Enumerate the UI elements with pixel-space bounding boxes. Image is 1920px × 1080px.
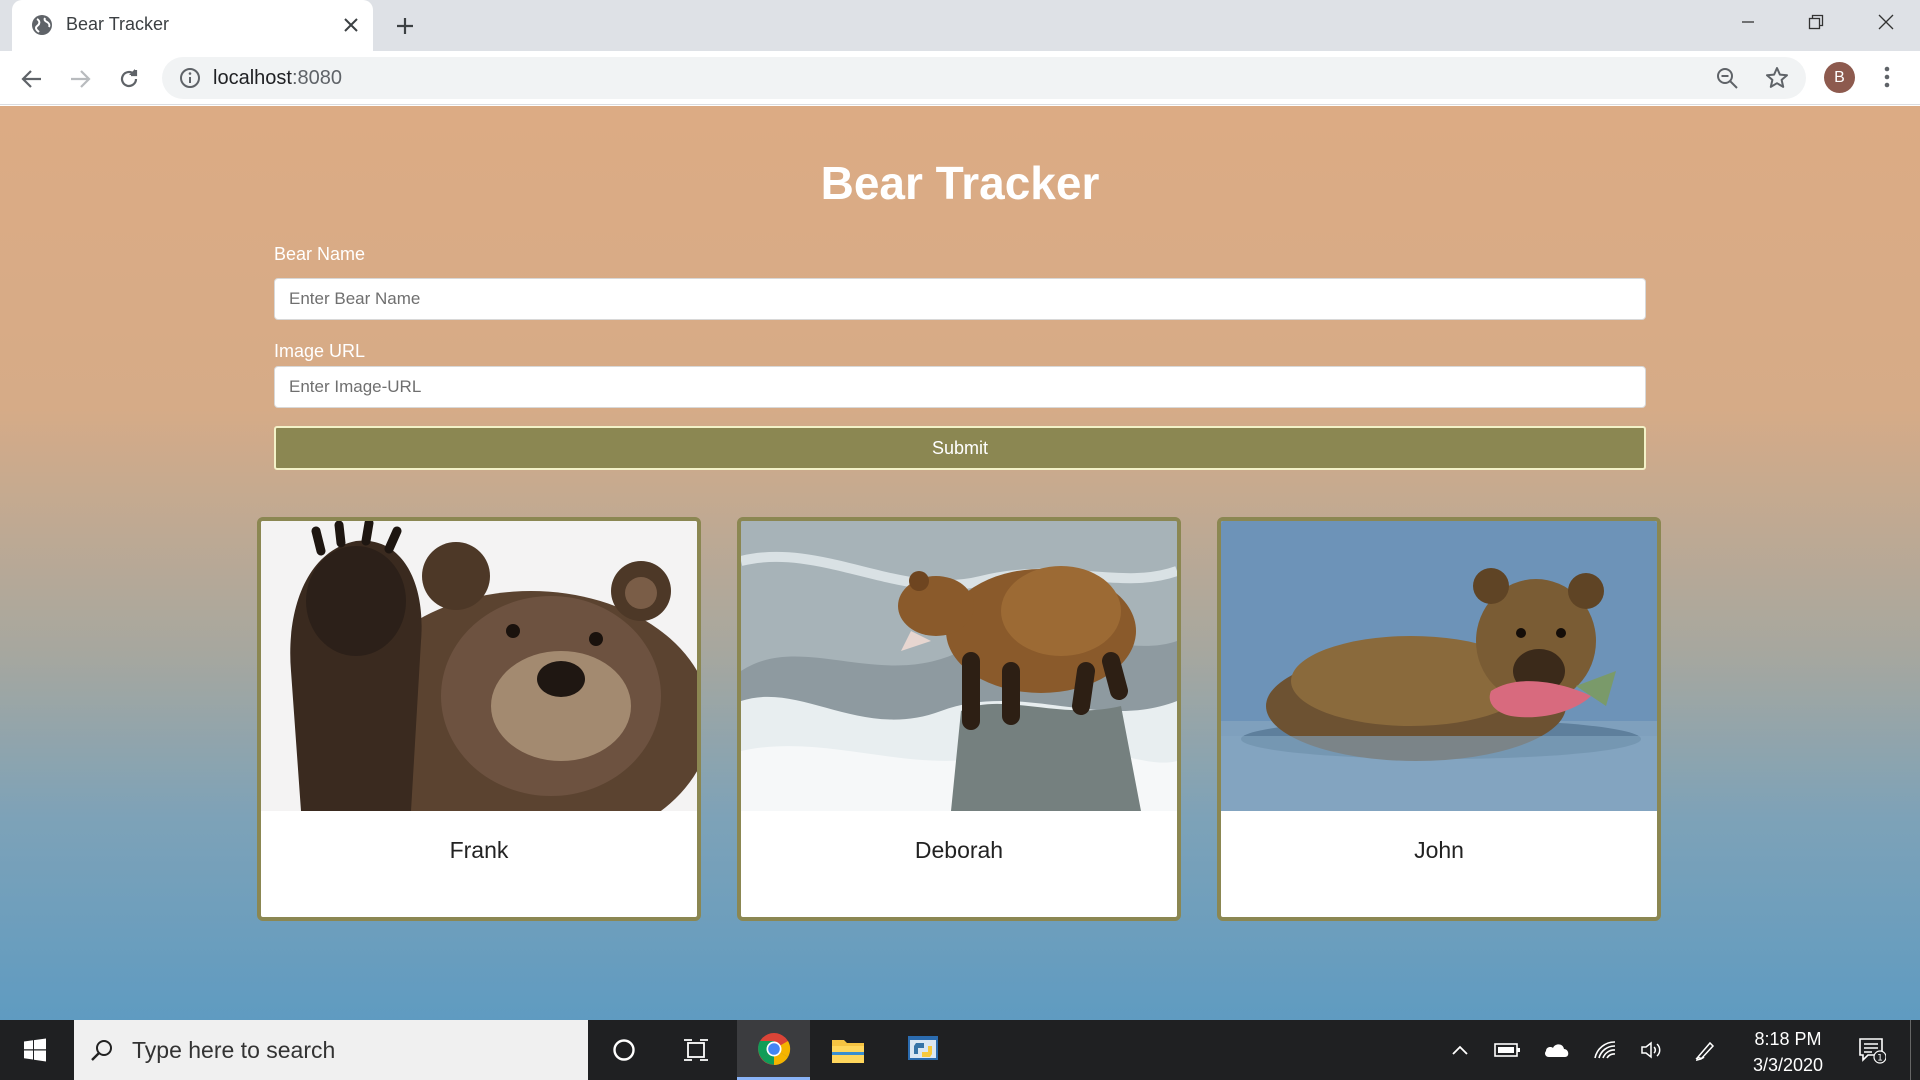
clock-time: 8:18 PM [1754, 1029, 1822, 1049]
bear-photo-waterfall [741, 521, 1177, 811]
bear-photo-salmon [1221, 521, 1657, 811]
image-url-label: Image URL [274, 341, 366, 361]
submit-button[interactable]: Submit [274, 426, 1646, 470]
bookmark-star-icon[interactable] [1764, 65, 1790, 91]
browser-tab-bar: Bear Tracker [0, 0, 1920, 51]
wifi-icon[interactable] [1588, 1020, 1622, 1080]
minimize-icon[interactable] [1714, 0, 1782, 44]
profile-avatar[interactable]: B [1824, 62, 1855, 93]
bear-name-text: John [1414, 837, 1464, 863]
file-explorer-icon[interactable] [812, 1020, 884, 1080]
bear-card: Frank [257, 517, 701, 921]
bear-name-text: Frank [449, 837, 509, 863]
search-placeholder-text: Type here to search [132, 1037, 336, 1063]
taskbar-search-box[interactable]: Type here to search [74, 1020, 588, 1080]
chrome-taskbar-icon[interactable] [737, 1020, 810, 1080]
page-title: Bear Tracker [820, 157, 1100, 209]
task-view-icon[interactable] [670, 1020, 722, 1080]
python-idle-icon[interactable] [886, 1020, 960, 1080]
battery-icon[interactable] [1492, 1020, 1524, 1080]
zoom-out-icon[interactable] [1714, 65, 1740, 91]
cortana-icon[interactable] [598, 1020, 650, 1080]
close-window-icon[interactable] [1852, 0, 1920, 44]
search-icon [86, 1020, 118, 1080]
browser-toolbar: localhost:8080 B [0, 51, 1920, 105]
volume-icon[interactable] [1635, 1020, 1669, 1080]
back-arrow-icon[interactable] [14, 61, 50, 97]
reload-icon[interactable] [111, 61, 147, 97]
new-tab-plus-icon[interactable] [390, 11, 420, 41]
forward-arrow-icon[interactable] [62, 61, 98, 97]
notification-count: 1 [1877, 1054, 1883, 1064]
restore-icon[interactable] [1782, 0, 1850, 44]
close-tab-icon[interactable] [338, 12, 364, 38]
page-content: Bear Tracker Bear Name Image URL Submit … [0, 106, 1920, 1020]
bear-card: Deborah [737, 517, 1181, 921]
pen-ink-icon[interactable] [1688, 1020, 1722, 1080]
bear-name-text: Deborah [914, 837, 1004, 863]
bear-name-label: Bear Name [274, 244, 366, 264]
url-text: localhost:8080 [213, 67, 342, 89]
windows-start-icon[interactable] [0, 1020, 70, 1080]
windows-taskbar: Type here to search 8:18 PM 3/3/2020 1 [0, 1020, 1920, 1080]
site-info-icon[interactable] [178, 66, 202, 90]
browser-tab[interactable]: Bear Tracker [12, 0, 373, 51]
bear-name-input[interactable] [274, 278, 1646, 320]
globe-icon [30, 13, 54, 37]
show-desktop-button[interactable] [1910, 1020, 1920, 1080]
system-clock[interactable]: 8:18 PM 3/3/2020 [1740, 1026, 1836, 1078]
bear-card: John [1217, 517, 1661, 921]
more-menu-icon[interactable] [1872, 62, 1902, 92]
bear-photo-waving [261, 521, 697, 811]
address-bar[interactable]: localhost:8080 [162, 57, 1806, 99]
onedrive-cloud-icon[interactable] [1540, 1020, 1574, 1080]
action-center-icon[interactable]: 1 [1850, 1020, 1894, 1080]
clock-date: 3/3/2020 [1752, 1055, 1824, 1075]
chevron-up-icon[interactable] [1446, 1020, 1474, 1080]
tab-title: Bear Tracker [66, 14, 170, 34]
image-url-input[interactable] [274, 366, 1646, 408]
